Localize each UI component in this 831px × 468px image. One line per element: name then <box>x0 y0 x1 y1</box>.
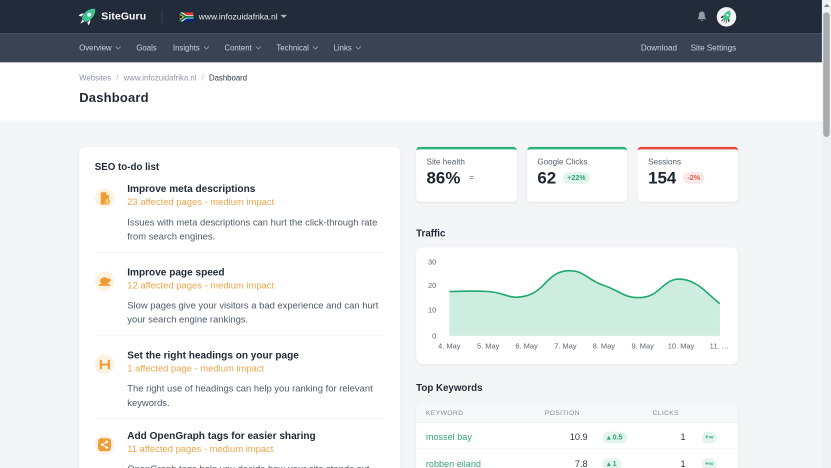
svg-text:5. May: 5. May <box>477 342 500 351</box>
svg-text:0: 0 <box>432 331 436 340</box>
svg-text:4. May: 4. May <box>438 342 461 351</box>
svg-text:11. …: 11. … <box>710 342 729 351</box>
svg-text:20: 20 <box>428 281 436 290</box>
svg-text:7. May: 7. May <box>554 342 577 351</box>
svg-text:9. May: 9. May <box>632 342 655 351</box>
svg-text:10: 10 <box>428 306 436 315</box>
svg-text:6. May: 6. May <box>515 342 538 351</box>
svg-text:10. May: 10. May <box>668 342 695 351</box>
svg-text:30: 30 <box>428 258 436 267</box>
svg-text:8. May: 8. May <box>593 342 616 351</box>
